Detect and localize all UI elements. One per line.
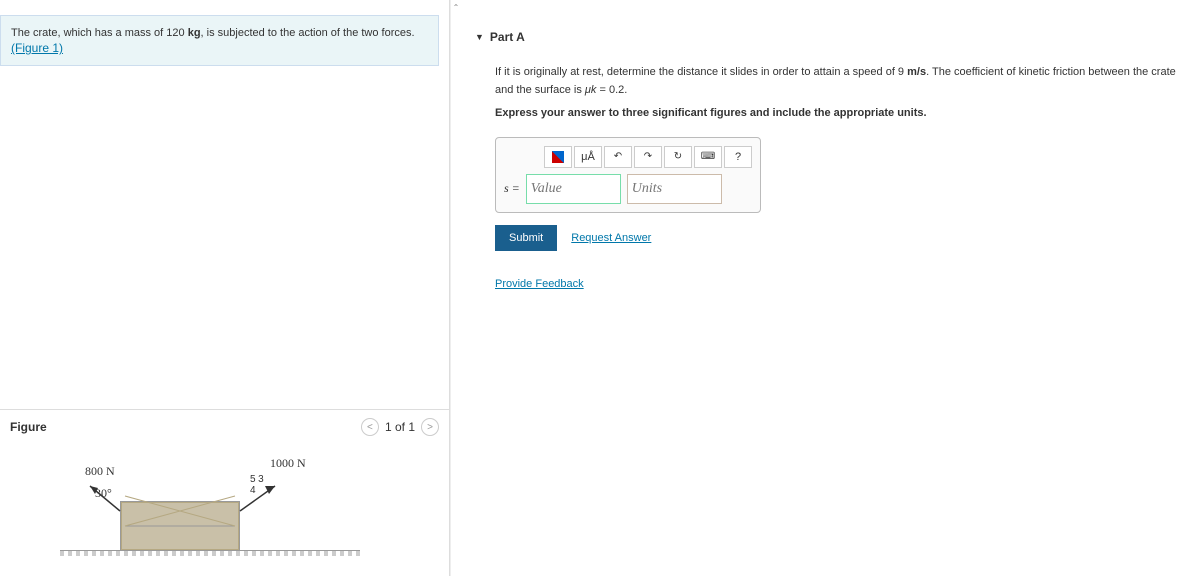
keyboard-button[interactable]: ⌨ (694, 146, 722, 168)
format-button[interactable] (544, 146, 572, 168)
units-symbol-button[interactable]: μÅ (574, 146, 602, 168)
figure-prev-button[interactable]: < (361, 418, 379, 436)
question-text-1: If it is originally at rest, determine t… (495, 66, 907, 78)
submit-button[interactable]: Submit (495, 225, 557, 251)
figure-image: 800 N 30° 1000 N 5 34 (0, 436, 449, 576)
question-text-3: = 0.2. (596, 84, 627, 96)
request-answer-link[interactable]: Request Answer (571, 232, 651, 244)
mass-unit: kg (188, 27, 201, 39)
figure-link[interactable]: (Figure 1) (11, 41, 63, 55)
variable-label: s = (504, 181, 520, 196)
format-icon (552, 151, 564, 163)
figure-title: Figure (10, 420, 47, 434)
chevron-down-icon: ▼ (475, 32, 484, 42)
redo-button[interactable]: ↷ (634, 146, 662, 168)
muk-symbol: μk (585, 84, 597, 96)
help-button[interactable]: ? (724, 146, 752, 168)
instruction-text: Express your answer to three significant… (495, 105, 1185, 123)
problem-text-2: , is subjected to the action of the two … (201, 27, 415, 39)
undo-button[interactable]: ↶ (604, 146, 632, 168)
units-input[interactable] (627, 174, 722, 204)
reset-button[interactable]: ↻ (664, 146, 692, 168)
part-title: Part A (490, 30, 525, 44)
scroll-up-icon[interactable]: ⌃ (451, 0, 461, 14)
part-header[interactable]: ▼ Part A (475, 20, 1185, 54)
problem-statement: The crate, which has a mass of 120 kg, i… (0, 15, 439, 66)
problem-text-1: The crate, which has a mass of 120 (11, 27, 188, 39)
speed-unit: m/s (907, 66, 926, 78)
provide-feedback-link[interactable]: Provide Feedback (495, 278, 584, 290)
value-input[interactable] (526, 174, 621, 204)
figure-pager: 1 of 1 (385, 420, 415, 434)
figure-next-button[interactable]: > (421, 418, 439, 436)
